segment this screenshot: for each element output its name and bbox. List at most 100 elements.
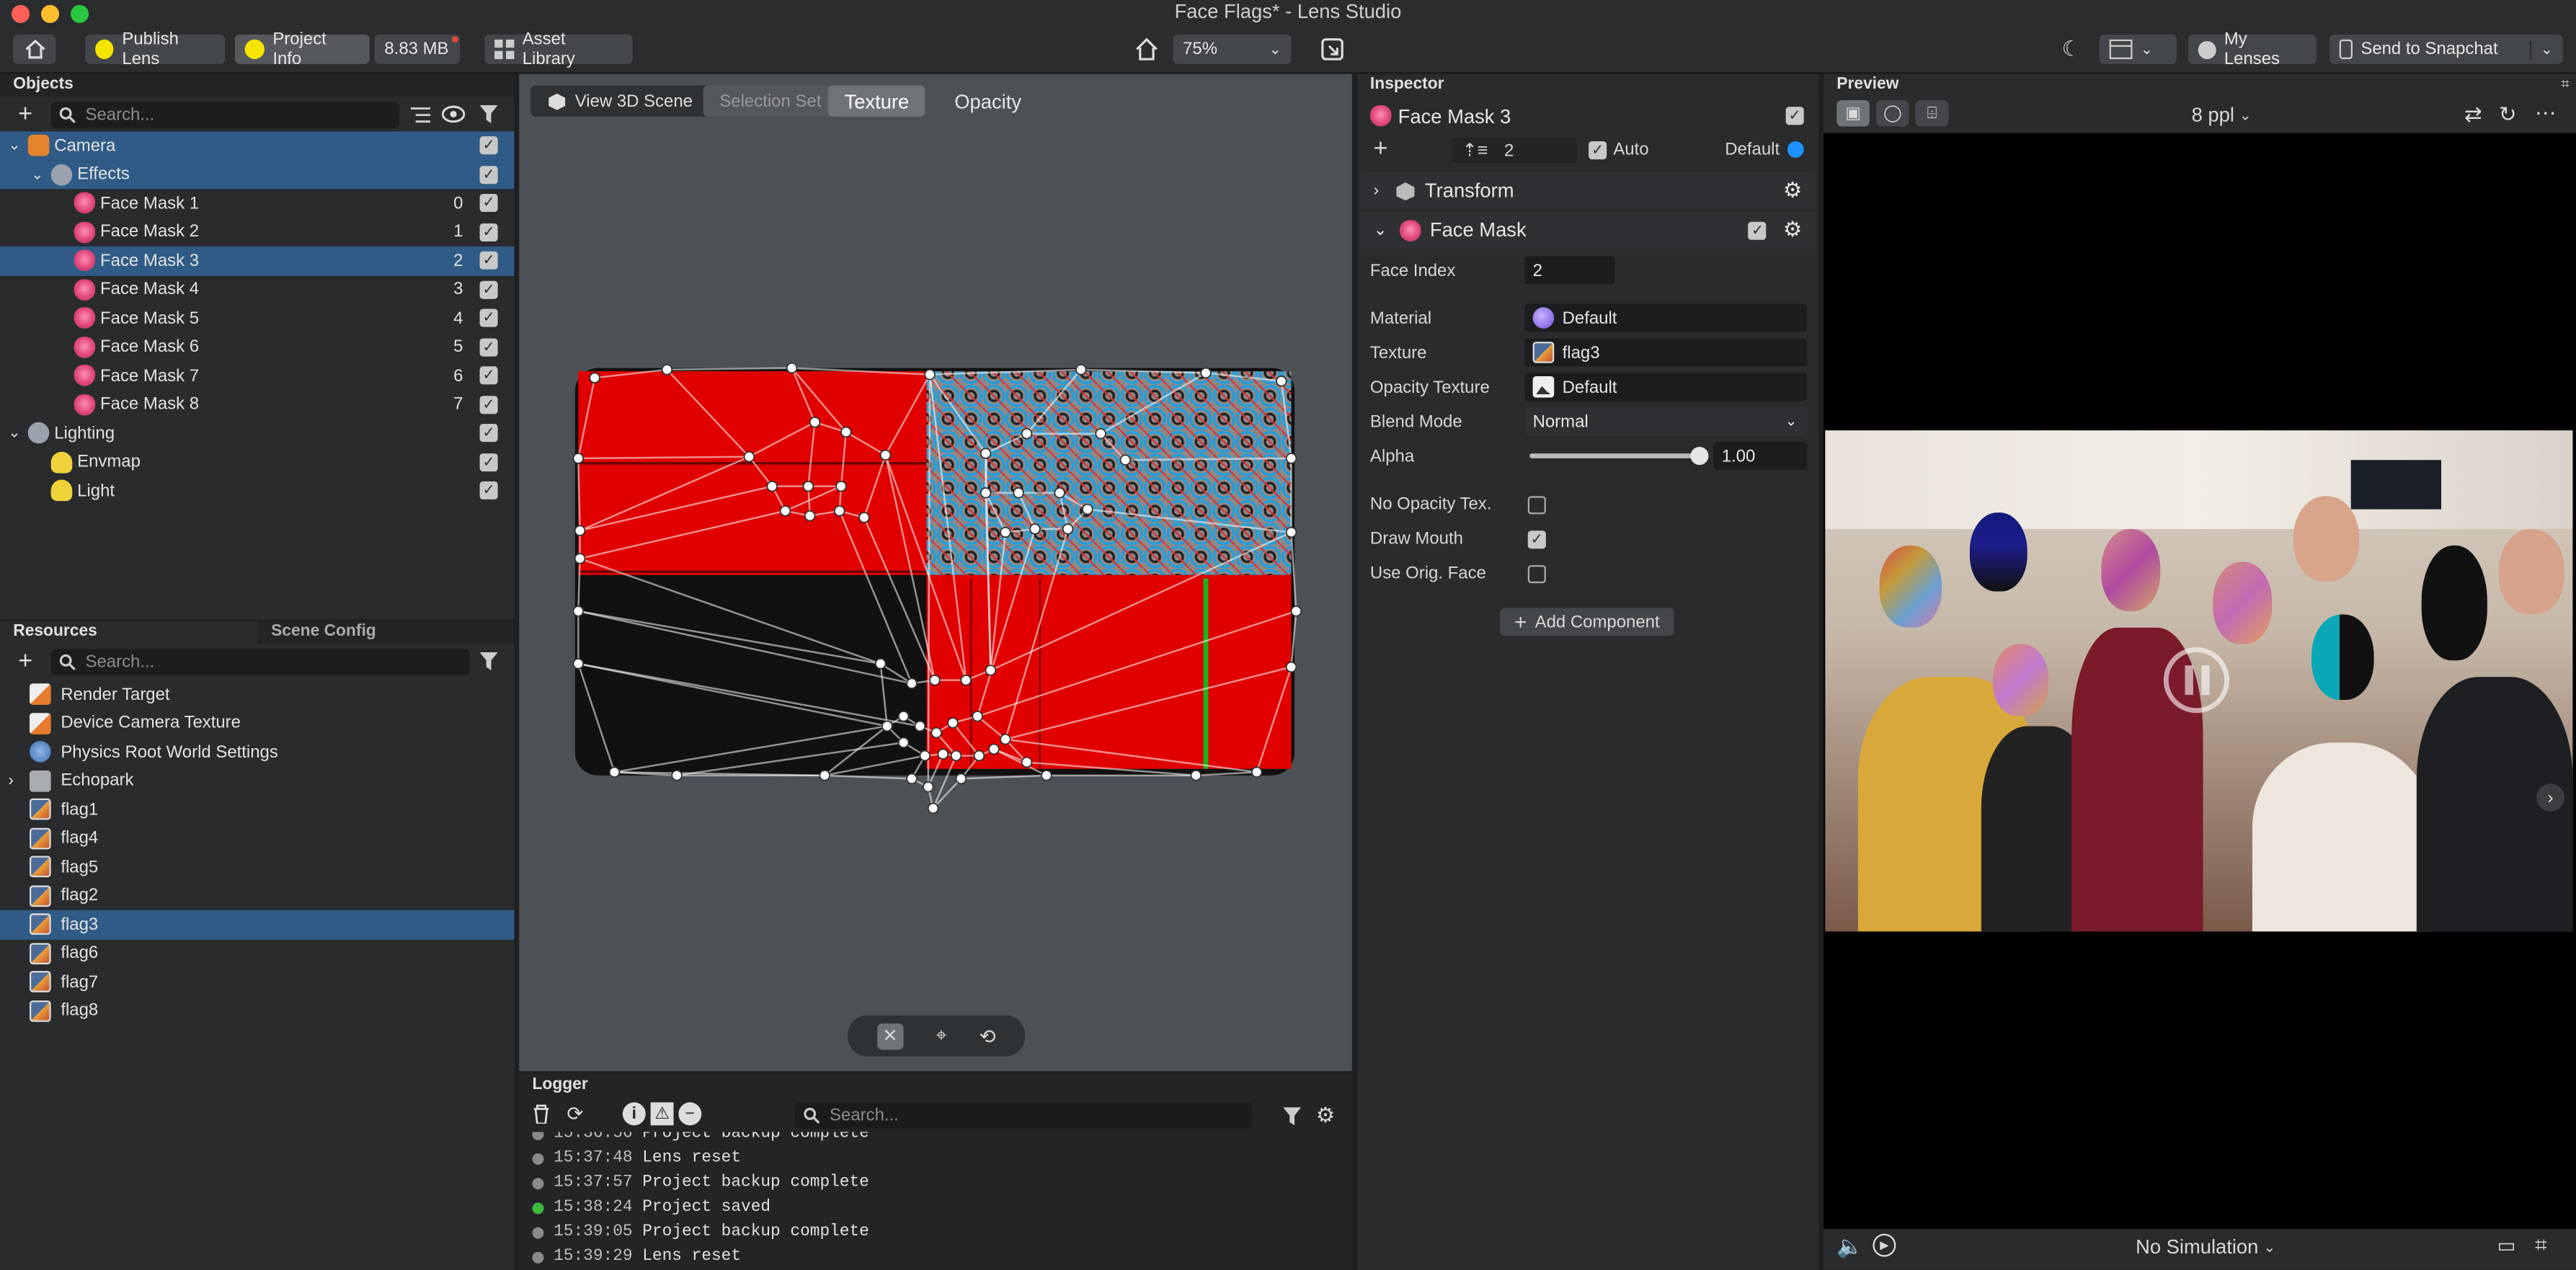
filter-icon[interactable] — [479, 105, 498, 123]
simulation-dropdown[interactable]: No Simulation ⌄ — [2136, 1235, 2275, 1258]
list-icon[interactable] — [410, 107, 431, 123]
resource-item[interactable]: flag1 — [0, 795, 514, 824]
mesh-vertex[interactable] — [858, 512, 870, 523]
mesh-vertex[interactable] — [980, 448, 992, 459]
mesh-vertex[interactable] — [879, 449, 892, 461]
no-opacity-tex-checkbox[interactable] — [1527, 496, 1546, 515]
draw-mouth-checkbox[interactable]: ✓ — [1527, 530, 1546, 549]
mesh-vertex[interactable] — [988, 743, 1000, 755]
mesh-vertex[interactable] — [955, 773, 967, 785]
project-size-badge[interactable]: 8.83 MB — [374, 34, 461, 64]
focus-icon[interactable]: ⌖ — [936, 1023, 946, 1048]
scene-viewport[interactable]: View 3D Scene Selection Set Texture Opac… — [519, 74, 1352, 1072]
object-enabled-checkbox[interactable]: ✓ — [1785, 107, 1804, 125]
mesh-vertex[interactable] — [574, 553, 586, 564]
mesh-vertex[interactable] — [1190, 770, 1202, 781]
publish-lens-button[interactable]: Publish Lens — [85, 30, 226, 69]
home-view-icon[interactable] — [1135, 37, 1158, 61]
mesh-vertex[interactable] — [1290, 605, 1302, 617]
zoom-window-button[interactable] — [71, 4, 89, 23]
mesh-vertex[interactable] — [931, 727, 942, 739]
resource-item[interactable]: flag2 — [0, 882, 514, 910]
mesh-vertex[interactable] — [1095, 427, 1106, 440]
mesh-vertex[interactable] — [929, 674, 941, 686]
resource-item[interactable]: › Echopark — [0, 766, 514, 795]
mesh-vertex[interactable] — [972, 711, 983, 722]
object-tree-item[interactable]: Face Mask 1 0 ✓ — [0, 189, 514, 218]
object-enabled-checkbox[interactable]: ✓ — [479, 366, 498, 385]
add-component-button[interactable]: + Add Component — [1500, 608, 1674, 636]
screenshot-icon[interactable]: ⌗ — [2535, 1232, 2547, 1258]
pin-icon[interactable]: ⌗ — [2561, 76, 2570, 94]
mesh-tool-icon[interactable]: ✕ — [876, 1022, 904, 1049]
object-enabled-checkbox[interactable]: ✓ — [479, 309, 498, 328]
auto-checkbox[interactable]: ✓ — [1589, 141, 1607, 160]
mesh-vertex[interactable] — [1251, 766, 1263, 778]
resource-item[interactable]: flag4 — [0, 824, 514, 853]
mesh-vertex[interactable] — [985, 665, 997, 676]
mesh-vertex[interactable] — [809, 417, 821, 428]
mesh-vertex[interactable] — [1054, 487, 1065, 499]
mesh-vertex[interactable] — [919, 750, 931, 762]
layer-color-dot[interactable] — [1787, 141, 1804, 158]
log-entry[interactable]: 15:38:24 Project saved — [532, 1196, 770, 1220]
object-tree-item[interactable]: ⌄ Camera ✓ — [0, 131, 515, 161]
face-mode-icon[interactable]: ◯ — [1875, 100, 1909, 127]
mesh-vertex[interactable] — [973, 750, 985, 762]
media-mode-icon[interactable]: ⌹ — [1915, 100, 1949, 127]
mesh-vertex[interactable] — [802, 480, 814, 492]
mesh-vertex[interactable] — [897, 711, 910, 722]
use-orig-face-checkbox[interactable] — [1527, 565, 1546, 584]
mesh-vertex[interactable] — [1000, 526, 1011, 538]
object-tree-item[interactable]: Face Mask 3 2 ✓ — [0, 246, 515, 275]
object-enabled-checkbox[interactable]: ✓ — [479, 481, 498, 500]
mesh-vertex[interactable] — [874, 658, 887, 670]
clear-on-reset-icon[interactable]: ⟳ — [567, 1102, 583, 1125]
object-tree-item[interactable]: Face Mask 4 3 ✓ — [0, 275, 514, 304]
object-enabled-checkbox[interactable]: ✓ — [479, 194, 498, 213]
object-tree-item[interactable]: ⌄ Lighting ✓ — [0, 419, 514, 448]
close-window-button[interactable] — [11, 4, 30, 23]
mesh-vertex[interactable] — [1013, 487, 1024, 499]
mesh-vertex[interactable] — [743, 450, 755, 463]
resource-item[interactable]: flag8 — [0, 996, 514, 1025]
object-tree-item[interactable]: Face Mask 2 1 ✓ — [0, 218, 514, 247]
gear-icon[interactable]: ⚙ — [1783, 177, 1803, 203]
gear-icon[interactable]: ⚙ — [1783, 217, 1803, 243]
mesh-vertex[interactable] — [1021, 756, 1033, 768]
gear-icon[interactable]: ⚙ — [1316, 1102, 1336, 1128]
mesh-vertex[interactable] — [661, 364, 673, 376]
add-object-button[interactable]: + — [18, 100, 32, 128]
mesh-vertex[interactable] — [927, 802, 939, 814]
more-icon[interactable]: ⋯ — [2535, 100, 2557, 126]
view-3d-scene-button[interactable]: View 3D Scene — [530, 85, 709, 117]
mesh-vertex[interactable] — [1062, 523, 1074, 535]
object-enabled-checkbox[interactable]: ✓ — [479, 165, 498, 184]
mesh-vertex[interactable] — [1200, 367, 1212, 379]
objects-search-input[interactable]: Search... — [50, 102, 399, 128]
object-enabled-checkbox[interactable]: ✓ — [479, 424, 498, 443]
object-tree-item[interactable]: Face Mask 5 4 ✓ — [0, 304, 514, 333]
object-enabled-checkbox[interactable]: ✓ — [479, 453, 498, 471]
mesh-vertex[interactable] — [906, 678, 918, 689]
mesh-vertex[interactable] — [947, 717, 959, 729]
video-camera-icon[interactable]: ▭ — [2497, 1234, 2516, 1257]
log-entry[interactable]: 15:36:56 Project backup complete — [532, 1132, 869, 1147]
eye-icon[interactable] — [442, 105, 466, 123]
object-name-field[interactable]: Face Mask 3 — [1398, 105, 1511, 128]
mesh-vertex[interactable] — [671, 770, 683, 781]
filter-icon[interactable] — [479, 652, 498, 670]
mesh-vertex[interactable] — [924, 368, 936, 381]
trash-icon[interactable] — [532, 1104, 550, 1124]
transform-section-header[interactable]: › Transform ⚙ — [1360, 172, 1816, 209]
resources-search-input[interactable]: Search... — [50, 649, 470, 675]
mesh-vertex[interactable] — [574, 525, 586, 536]
mesh-vertex[interactable] — [840, 426, 852, 438]
mesh-vertex[interactable] — [1029, 523, 1041, 535]
object-enabled-checkbox[interactable]: ✓ — [479, 136, 498, 155]
add-resource-button[interactable]: + — [18, 647, 32, 675]
mesh-vertex[interactable] — [1276, 376, 1287, 387]
object-enabled-checkbox[interactable]: ✓ — [479, 223, 498, 241]
object-enabled-checkbox[interactable]: ✓ — [479, 395, 498, 414]
object-tree-item[interactable]: Face Mask 7 6 ✓ — [0, 361, 514, 390]
